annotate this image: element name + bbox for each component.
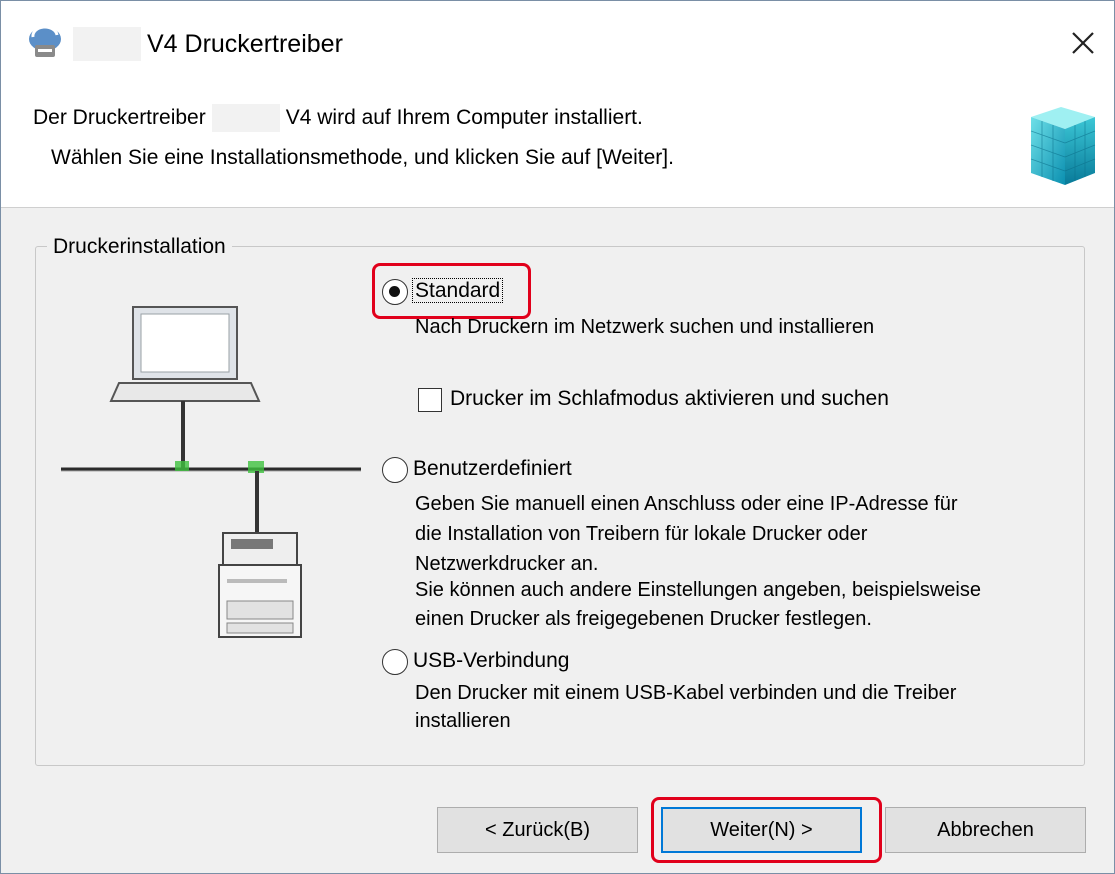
usb-description-line-1: Den Drucker mit einem USB-Kabel verbinde… [415, 682, 957, 704]
network-line [61, 461, 361, 473]
option-standard-label[interactable]: Standard [411, 276, 504, 306]
group-title: Druckerinstallation [47, 232, 232, 262]
header-instruction-text: Wählen Sie eine Installationsmethode, un… [51, 146, 674, 169]
back-button[interactable]: < Zurück(B) [437, 807, 638, 853]
custom-description-line-4: Sie können auch andere Einstellungen ang… [415, 579, 981, 601]
standard-description: Nach Druckern im Netzwerk suchen und ins… [415, 316, 875, 338]
redacted-product-name [73, 27, 141, 61]
header-band: Der Druckertreiber V4 wird auf Ihrem Comp… [1, 83, 1114, 208]
window-title: V4 Druckertreiber [147, 30, 343, 58]
header-intro-text: Der Druckertreiber V4 wird auf Ihrem Comp… [33, 103, 643, 133]
radio-usb[interactable] [382, 649, 408, 675]
option-usb-label[interactable]: USB-Verbindung [413, 646, 569, 676]
custom-description-line-5: einen Drucker als freigegebenen Drucker … [415, 608, 872, 630]
header-line1-prefix: Der Druckertreiber [33, 106, 206, 129]
next-button[interactable]: Weiter(N) > [661, 807, 862, 853]
title-bar: V4 Druckertreiber [1, 1, 1114, 83]
option-custom-label[interactable]: Benutzerdefiniert [413, 454, 572, 484]
radio-standard[interactable] [382, 279, 408, 305]
printer-setup-icon [29, 25, 61, 57]
network-illustration [61, 306, 361, 638]
checkbox-wake-sleep-label[interactable]: Drucker im Schlafmodus aktivieren und su… [450, 384, 889, 414]
canon-cube-logo [1030, 107, 1096, 185]
printer-icon [218, 532, 302, 638]
laptop-icon [109, 306, 261, 402]
radio-custom[interactable] [382, 457, 408, 483]
checkbox-wake-sleep[interactable] [418, 388, 442, 412]
header-line1-suffix: V4 wird auf Ihrem Computer installiert. [285, 106, 643, 129]
standard-label-text: Standard [411, 278, 504, 303]
redacted-model-name [211, 104, 280, 133]
custom-description-line-1: Geben Sie manuell einen Anschluss oder e… [415, 493, 958, 515]
cancel-button[interactable]: Abbrechen [885, 807, 1086, 853]
custom-description-line-2: die Installation von Treibern für lokale… [415, 523, 868, 545]
close-icon[interactable] [1061, 21, 1105, 65]
usb-description-line-2: installieren [415, 710, 511, 732]
installer-window: V4 Druckertreiber Der Druckertreiber V4 w… [0, 0, 1115, 874]
